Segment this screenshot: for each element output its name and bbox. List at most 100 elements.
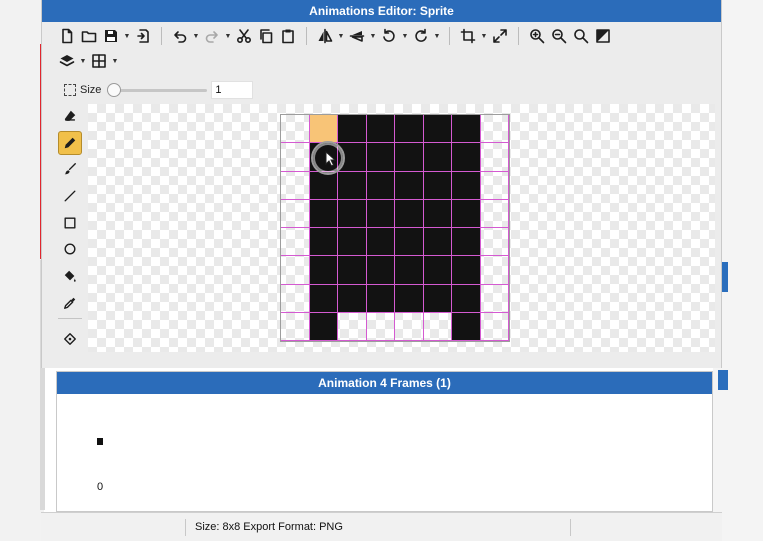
- pixel-cell[interactable]: [366, 284, 395, 313]
- pixel-cell[interactable]: [309, 256, 338, 285]
- size-input[interactable]: 1: [211, 81, 254, 99]
- tool-brush[interactable]: [58, 157, 82, 181]
- pixel-cell[interactable]: [338, 284, 367, 313]
- dropdown-caret-icon[interactable]: ▼: [191, 33, 201, 40]
- tool-rectangle[interactable]: [58, 211, 82, 235]
- pixel-cell[interactable]: [366, 199, 395, 228]
- tool-eyedropper[interactable]: [58, 291, 82, 315]
- canvas-area[interactable]: [88, 104, 715, 352]
- tool-pivot[interactable]: [58, 327, 82, 351]
- pixel-cell[interactable]: [423, 115, 452, 144]
- copy-button[interactable]: [255, 25, 277, 47]
- tool-eraser[interactable]: [58, 104, 82, 128]
- pixel-cell[interactable]: [452, 284, 481, 313]
- paste-button[interactable]: [277, 25, 299, 47]
- rotate-right-button[interactable]: [410, 25, 432, 47]
- pixel-cell[interactable]: [395, 171, 424, 200]
- pixel-cell[interactable]: [338, 228, 367, 257]
- pixel-cell[interactable]: [452, 171, 481, 200]
- pixel-cell[interactable]: [480, 228, 509, 257]
- pixel-cell[interactable]: [281, 284, 310, 313]
- pixel-cell[interactable]: [338, 171, 367, 200]
- pixel-cell[interactable]: [309, 115, 338, 144]
- pixel-cell[interactable]: [338, 199, 367, 228]
- pixel-cell[interactable]: [281, 228, 310, 257]
- dropdown-caret-icon[interactable]: ▼: [223, 33, 233, 40]
- pixel-cell[interactable]: [338, 115, 367, 144]
- open-folder-button[interactable]: [78, 25, 100, 47]
- dropdown-caret-icon[interactable]: ▼: [110, 58, 120, 65]
- pixel-cell[interactable]: [480, 256, 509, 285]
- frame-thumbnail[interactable]: [97, 438, 103, 445]
- pixel-cell[interactable]: [395, 312, 424, 341]
- export-button[interactable]: [132, 25, 154, 47]
- pixel-cell[interactable]: [423, 228, 452, 257]
- pixel-cell[interactable]: [423, 284, 452, 313]
- pixel-cell[interactable]: [309, 199, 338, 228]
- pixel-cell[interactable]: [309, 228, 338, 257]
- zoom-out-button[interactable]: [548, 25, 570, 47]
- new-file-button[interactable]: [56, 25, 78, 47]
- cut-button[interactable]: [233, 25, 255, 47]
- pixel-cell[interactable]: [338, 312, 367, 341]
- invert-button[interactable]: [592, 25, 614, 47]
- pixel-cell[interactable]: [452, 115, 481, 144]
- pixel-cell[interactable]: [366, 171, 395, 200]
- pixel-cell[interactable]: [281, 312, 310, 341]
- pixel-cell[interactable]: [452, 228, 481, 257]
- pixel-cell[interactable]: [309, 284, 338, 313]
- pixel-cell[interactable]: [281, 199, 310, 228]
- pixel-cell[interactable]: [281, 171, 310, 200]
- pixel-cell[interactable]: [366, 228, 395, 257]
- pixel-cell[interactable]: [309, 171, 338, 200]
- pixel-cell[interactable]: [423, 143, 452, 172]
- tool-ellipse[interactable]: [58, 237, 82, 261]
- pixel-cell[interactable]: [395, 115, 424, 144]
- pixel-cell[interactable]: [395, 143, 424, 172]
- tool-paint-bucket[interactable]: [58, 264, 82, 288]
- dropdown-caret-icon[interactable]: ▼: [122, 33, 132, 40]
- layers-button[interactable]: [56, 50, 78, 72]
- selection-icon[interactable]: [64, 84, 76, 96]
- flip-vertical-button[interactable]: [346, 25, 368, 47]
- pixel-cell[interactable]: [366, 312, 395, 341]
- grid-button[interactable]: [88, 50, 110, 72]
- flip-horizontal-button[interactable]: [314, 25, 336, 47]
- pixel-cell[interactable]: [452, 256, 481, 285]
- zoom-in-button[interactable]: [526, 25, 548, 47]
- pixel-cell[interactable]: [366, 256, 395, 285]
- tool-pencil[interactable]: [58, 130, 82, 155]
- undo-button[interactable]: [169, 25, 191, 47]
- rotate-left-button[interactable]: [378, 25, 400, 47]
- redo-button[interactable]: [201, 25, 223, 47]
- pixel-cell[interactable]: [452, 199, 481, 228]
- pixel-cell[interactable]: [480, 284, 509, 313]
- pixel-cell[interactable]: [480, 312, 509, 341]
- pixel-cell[interactable]: [281, 256, 310, 285]
- pixel-cell[interactable]: [281, 115, 310, 144]
- dropdown-caret-icon[interactable]: ▼: [432, 33, 442, 40]
- pixel-cell[interactable]: [480, 199, 509, 228]
- pixel-cell[interactable]: [480, 115, 509, 144]
- pixel-cell[interactable]: [309, 312, 338, 341]
- pixel-cell[interactable]: [423, 256, 452, 285]
- sprite-canvas[interactable]: [280, 114, 510, 342]
- pixel-cell[interactable]: [452, 143, 481, 172]
- pixel-cell[interactable]: [480, 171, 509, 200]
- tool-line[interactable]: [58, 184, 82, 208]
- pixel-cell[interactable]: [395, 228, 424, 257]
- resize-button[interactable]: [489, 25, 511, 47]
- pixel-cell[interactable]: [366, 115, 395, 144]
- dropdown-caret-icon[interactable]: ▼: [479, 33, 489, 40]
- dropdown-caret-icon[interactable]: ▼: [336, 33, 346, 40]
- pixel-cell[interactable]: [395, 199, 424, 228]
- pixel-cell[interactable]: [395, 256, 424, 285]
- crop-button[interactable]: [457, 25, 479, 47]
- pixel-cell[interactable]: [281, 143, 310, 172]
- pixel-cell[interactable]: [423, 171, 452, 200]
- size-slider[interactable]: [107, 83, 208, 97]
- slider-thumb[interactable]: [107, 83, 122, 97]
- dropdown-caret-icon[interactable]: ▼: [400, 33, 410, 40]
- pixel-cell[interactable]: [480, 143, 509, 172]
- pixel-cell[interactable]: [423, 199, 452, 228]
